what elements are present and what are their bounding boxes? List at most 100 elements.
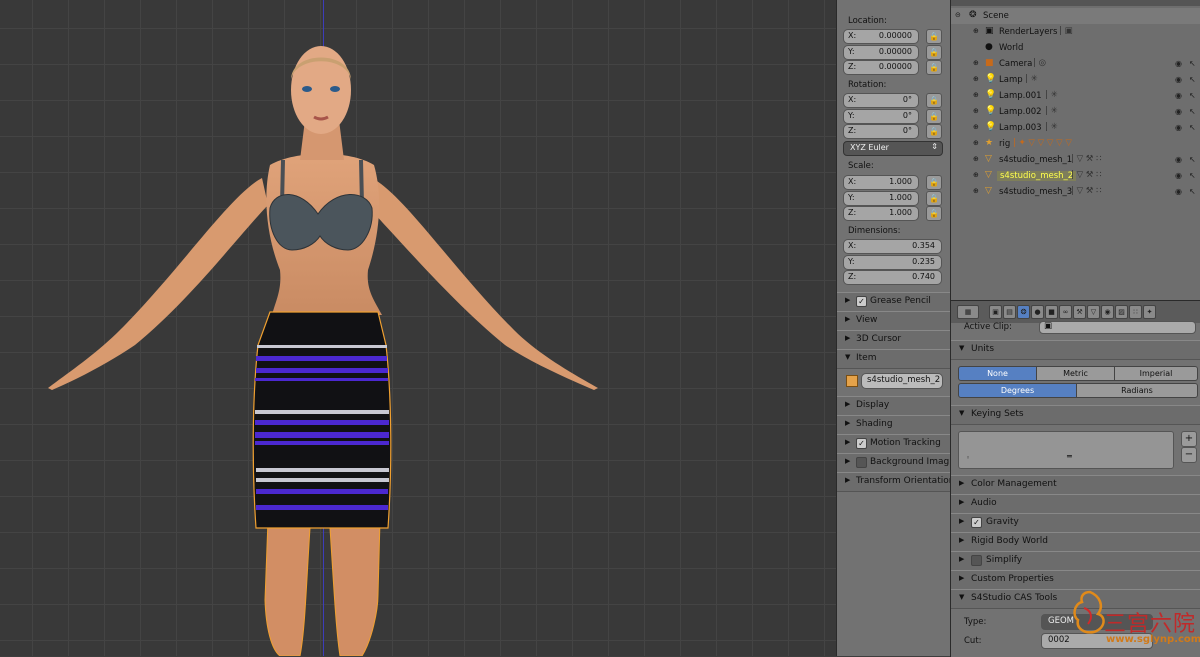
outliner-row-lamp-001[interactable]: ⊕ 💡 Lamp.001 | ✳ ◉ ↖ — [951, 88, 1200, 104]
panel-audio[interactable]: ▶ Audio — [951, 494, 1200, 514]
scene-tab-icon[interactable]: ❂ — [1017, 305, 1030, 319]
material-tab-icon[interactable]: ◉ — [1101, 305, 1114, 319]
expanded-triangle-icon: ▼ — [959, 409, 965, 417]
panel-custom-properties[interactable]: ▶ Custom Properties — [951, 570, 1200, 590]
outliner-row-mesh-1[interactable]: ⊕ ▽ s4studio_mesh_1 | ▽ ⚒ ∷ ◉ ↖ — [951, 152, 1200, 168]
checkbox-unchecked[interactable] — [856, 457, 867, 468]
resize-dot-icon: ◦ — [966, 454, 971, 462]
site-watermark: 三宫六院 www.sglynp.com — [1070, 588, 1200, 650]
radians-button[interactable]: Radians — [1076, 383, 1198, 398]
rotation-mode-dropdown[interactable]: XYZ Euler ⇕ — [843, 141, 943, 156]
object-cube-icon — [846, 375, 858, 387]
outliner-row-rig[interactable]: ⊕ ★ rig | ✦ ▽ ▽ ▽ ▽ ▽ — [951, 136, 1200, 152]
outliner-row-scene[interactable]: ⊝ ❂ Scene — [951, 8, 1200, 24]
world-tab-icon[interactable]: ● — [1031, 305, 1044, 319]
location-z-field[interactable]: Z: 0.00000 — [843, 60, 919, 75]
outliner-row-lamp[interactable]: ⊕ 💡 Lamp | ✳ ◉ ↖ — [951, 72, 1200, 88]
eye-icon: ◉ — [1175, 171, 1182, 180]
panel-3d-cursor[interactable]: ▶ 3D Cursor — [837, 330, 950, 350]
3d-viewport[interactable] — [0, 0, 836, 656]
keying-sets-list[interactable]: ◦ ═ — [958, 431, 1174, 469]
collapsed-triangle-icon: ▶ — [959, 498, 965, 506]
eye-icon: ◉ — [1175, 123, 1182, 132]
lock-icon[interactable]: 🔒 — [926, 60, 942, 75]
panel-background-images[interactable]: ▶ Background Imag — [837, 453, 950, 473]
collapsed-triangle-icon: ▶ — [845, 438, 851, 446]
panel-shading[interactable]: ▶ Shading — [837, 415, 950, 435]
location-y-field[interactable]: Y: 0.00000 — [843, 45, 919, 60]
panel-rigid-body-world[interactable]: ▶ Rigid Body World — [951, 532, 1200, 552]
lock-icon[interactable]: 🔒 — [926, 206, 942, 221]
checkbox-checked[interactable]: ✓ — [971, 517, 982, 528]
render-layers-tab-icon[interactable]: ▤ — [1003, 305, 1016, 319]
panel-gravity[interactable]: ▶ ✓ Gravity — [951, 513, 1200, 533]
modifiers-tab-icon[interactable]: ⚒ — [1073, 305, 1086, 319]
panel-item[interactable]: ▼ Item — [837, 349, 950, 369]
lock-icon[interactable]: 🔒 — [926, 109, 942, 124]
render-tab-icon[interactable]: ▣ — [989, 305, 1002, 319]
panel-display[interactable]: ▶ Display — [837, 396, 950, 416]
panel-transform-orientation[interactable]: ▶ Transform Orientation — [837, 472, 954, 492]
texture-tab-icon[interactable]: ▨ — [1115, 305, 1128, 319]
outliner-row-camera[interactable]: ⊕ ■ Camera | ◎ ◉ ↖ — [951, 56, 1200, 72]
dimension-y-field[interactable]: Y: 0.235 — [843, 255, 942, 270]
lock-icon[interactable]: 🔒 — [926, 124, 942, 139]
lamp-icon: 💡 — [985, 106, 997, 116]
data-tab-icon[interactable]: ▽ — [1087, 305, 1100, 319]
collapsed-triangle-icon: ▶ — [959, 574, 965, 582]
expand-plus-icon: ⊕ — [973, 107, 979, 115]
panel-grease-pencil[interactable]: ▶ ✓ Grease Pencil — [837, 292, 950, 312]
checkbox-checked[interactable]: ✓ — [856, 296, 867, 307]
collapsed-triangle-icon: ▶ — [845, 296, 851, 304]
unit-imperial-button[interactable]: Imperial — [1114, 366, 1198, 381]
scale-label: Scale: — [848, 161, 874, 171]
lock-icon[interactable]: 🔒 — [926, 29, 942, 44]
eye-icon: ◉ — [1175, 187, 1182, 196]
physics-tab-icon[interactable]: ✦ — [1143, 305, 1156, 319]
right-eye — [330, 86, 340, 92]
add-keying-set-button[interactable]: + — [1181, 431, 1197, 447]
outliner-row-mesh-2[interactable]: ⊕ ▽ s4studio_mesh_2 | ▽ ⚒ ∷ ◉ ↖ — [951, 168, 1200, 184]
particles-tab-icon[interactable]: ∷ — [1129, 305, 1142, 319]
constraints-tab-icon[interactable]: ∞ — [1059, 305, 1072, 319]
checkbox-unchecked[interactable] — [971, 555, 982, 566]
item-name-field[interactable]: s4studio_mesh_2 — [861, 373, 943, 389]
outliner-row-lamp-002[interactable]: ⊕ 💡 Lamp.002 | ✳ ◉ ↖ — [951, 104, 1200, 120]
checkbox-checked[interactable]: ✓ — [856, 438, 867, 449]
scale-z-field[interactable]: Z: 1.000 — [843, 206, 919, 221]
active-clip-field[interactable]: ▣ — [1039, 321, 1196, 334]
scale-x-field[interactable]: X: 1.000 — [843, 175, 919, 190]
panel-motion-tracking[interactable]: ▶ ✓ Motion Tracking — [837, 434, 950, 454]
outliner-row-mesh-3[interactable]: ⊕ ▽ s4studio_mesh_3 | ▽ ⚒ ∷ ◉ ↖ — [951, 184, 1200, 200]
remove-keying-set-button[interactable]: − — [1181, 447, 1197, 463]
editor-type-icon[interactable]: ▦ — [957, 305, 979, 319]
panel-view[interactable]: ▶ View — [837, 311, 950, 331]
outliner: ⊝ ❂ Scene ⊕ ▣ RenderLayers | ▣ ● World ⊕ ■ Camer… — [950, 0, 1200, 300]
unit-none-button[interactable]: None — [958, 366, 1037, 381]
panel-color-management[interactable]: ▶ Color Management — [951, 475, 1200, 495]
lock-icon[interactable]: 🔒 — [926, 191, 942, 206]
lock-icon[interactable]: 🔒 — [926, 93, 942, 108]
lock-icon[interactable]: 🔒 — [926, 175, 942, 190]
unit-metric-button[interactable]: Metric — [1036, 366, 1115, 381]
dimension-z-field[interactable]: Z: 0.740 — [843, 270, 942, 285]
panel-simplify[interactable]: ▶ Simplify — [951, 551, 1200, 571]
outliner-row-renderlayers[interactable]: ⊕ ▣ RenderLayers | ▣ — [951, 24, 1200, 40]
active-clip-label: Active Clip: — [964, 322, 1012, 332]
rotation-z-field[interactable]: Z: 0° — [843, 124, 919, 139]
rotation-x-field[interactable]: X: 0° — [843, 93, 919, 108]
character-model[interactable] — [0, 0, 836, 656]
panel-units[interactable]: ▼ Units — [951, 340, 1200, 360]
panel-keying-sets[interactable]: ▼ Keying Sets — [951, 405, 1200, 425]
dimension-x-field[interactable]: X: 0.354 — [843, 239, 942, 254]
lock-icon[interactable]: 🔒 — [926, 45, 942, 60]
scale-y-field[interactable]: Y: 1.000 — [843, 191, 919, 206]
rotation-y-field[interactable]: Y: 0° — [843, 109, 919, 124]
outliner-row-lamp-003[interactable]: ⊕ 💡 Lamp.003 | ✳ ◉ ↖ — [951, 120, 1200, 136]
location-x-field[interactable]: X: 0.00000 — [843, 29, 919, 44]
outliner-row-world[interactable]: ● World — [951, 40, 1200, 56]
object-tab-icon[interactable]: ■ — [1045, 305, 1058, 319]
degrees-button[interactable]: Degrees — [958, 383, 1077, 398]
collapsed-triangle-icon: ▶ — [845, 419, 851, 427]
expand-plus-icon: ⊕ — [973, 59, 979, 67]
